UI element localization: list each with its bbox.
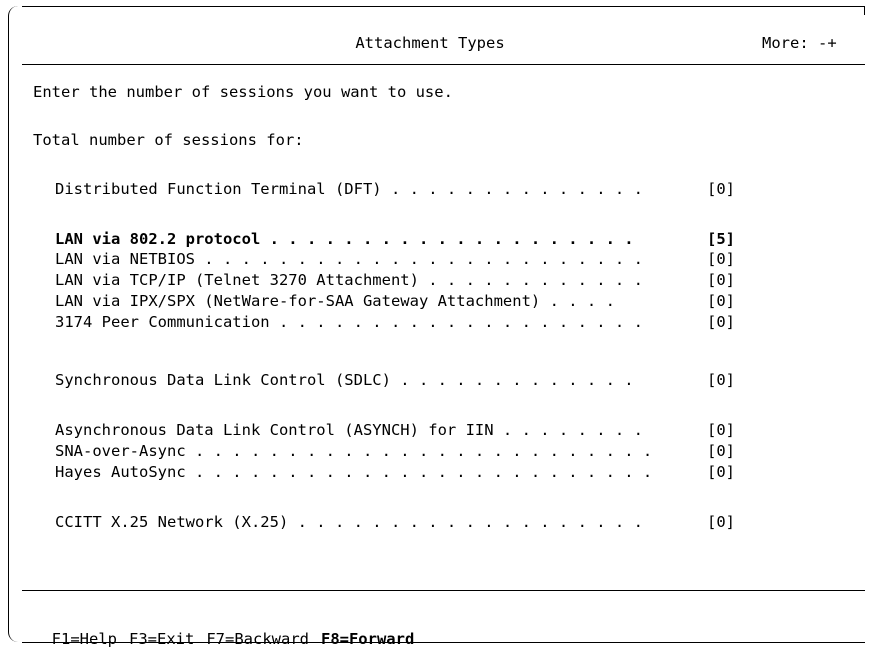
function-key-bar: F1=Help F3=Exit F7=Backward F8=Forward bbox=[33, 609, 426, 649]
session-label: LAN via NETBIOS . . . . . . . . . . . . … bbox=[55, 250, 643, 268]
session-count-input[interactable]: [0] bbox=[707, 270, 735, 290]
session-row-lan-ipx-spx: LAN via IPX/SPX (NetWare-for-SAA Gateway… bbox=[55, 291, 745, 311]
session-label: SNA-over-Async . . . . . . . . . . . . .… bbox=[55, 442, 653, 460]
session-label: 3174 Peer Communication . . . . . . . . … bbox=[55, 313, 643, 331]
session-row-lan-tcpip: LAN via TCP/IP (Telnet 3270 Attachment) … bbox=[55, 270, 745, 290]
session-label: Synchronous Data Link Control (SDLC) . .… bbox=[55, 371, 634, 389]
session-label: CCITT X.25 Network (X.25) . . . . . . . … bbox=[55, 513, 643, 531]
instruction-text: Enter the number of sessions you want to… bbox=[33, 83, 453, 101]
session-label: LAN via TCP/IP (Telnet 3270 Attachment) … bbox=[55, 271, 643, 289]
session-label: LAN via 802.2 protocol . . . . . . . . .… bbox=[55, 230, 634, 248]
session-label: Hayes AutoSync . . . . . . . . . . . . .… bbox=[55, 463, 653, 481]
f8-forward-key[interactable]: F8=Forward bbox=[321, 630, 414, 648]
session-count-input[interactable]: [0] bbox=[707, 512, 735, 532]
session-row-lan-802-2: LAN via 802.2 protocol . . . . . . . . .… bbox=[55, 229, 745, 249]
screen-title: Attachment Types bbox=[355, 34, 505, 52]
session-count-input[interactable]: [0] bbox=[707, 420, 735, 440]
session-count-input[interactable]: [0] bbox=[707, 249, 735, 269]
session-label: LAN via IPX/SPX (NetWare-for-SAA Gateway… bbox=[55, 292, 615, 310]
session-row-asynch: Asynchronous Data Link Control (ASYNCH) … bbox=[55, 420, 745, 440]
top-border bbox=[22, 6, 864, 7]
session-count-input[interactable]: [0] bbox=[707, 441, 735, 461]
total-sessions-heading: Total number of sessions for: bbox=[33, 131, 304, 149]
f1-help-key[interactable]: F1=Help bbox=[52, 630, 117, 648]
session-row-3174-peer: 3174 Peer Communication . . . . . . . . … bbox=[55, 312, 745, 332]
session-count-input[interactable]: [0] bbox=[707, 312, 735, 332]
session-count-input[interactable]: [0] bbox=[707, 179, 735, 199]
more-indicator: More: -+ bbox=[762, 34, 837, 52]
session-row-sna-over-async: SNA-over-Async . . . . . . . . . . . . .… bbox=[55, 441, 745, 461]
session-row-x25: CCITT X.25 Network (X.25) . . . . . . . … bbox=[55, 512, 745, 532]
footer-top-separator bbox=[22, 590, 865, 591]
session-row-dft: Distributed Function Terminal (DFT) . . … bbox=[55, 179, 745, 199]
session-label: Asynchronous Data Link Control (ASYNCH) … bbox=[55, 421, 643, 439]
top-right-corner bbox=[864, 6, 865, 15]
session-row-lan-netbios: LAN via NETBIOS . . . . . . . . . . . . … bbox=[55, 249, 745, 269]
session-row-hayes-autosync: Hayes AutoSync . . . . . . . . . . . . .… bbox=[55, 462, 745, 482]
title-separator bbox=[22, 64, 865, 65]
session-count-input[interactable]: [0] bbox=[707, 462, 735, 482]
session-count-input[interactable]: [0] bbox=[707, 291, 735, 311]
session-label: Distributed Function Terminal (DFT) . . … bbox=[55, 180, 643, 198]
session-count-input[interactable]: [5] bbox=[707, 229, 735, 249]
session-row-sdlc: Synchronous Data Link Control (SDLC) . .… bbox=[55, 370, 745, 390]
f7-backward-key[interactable]: F7=Backward bbox=[206, 630, 309, 648]
session-count-input[interactable]: [0] bbox=[707, 370, 735, 390]
f3-exit-key[interactable]: F3=Exit bbox=[129, 630, 194, 648]
